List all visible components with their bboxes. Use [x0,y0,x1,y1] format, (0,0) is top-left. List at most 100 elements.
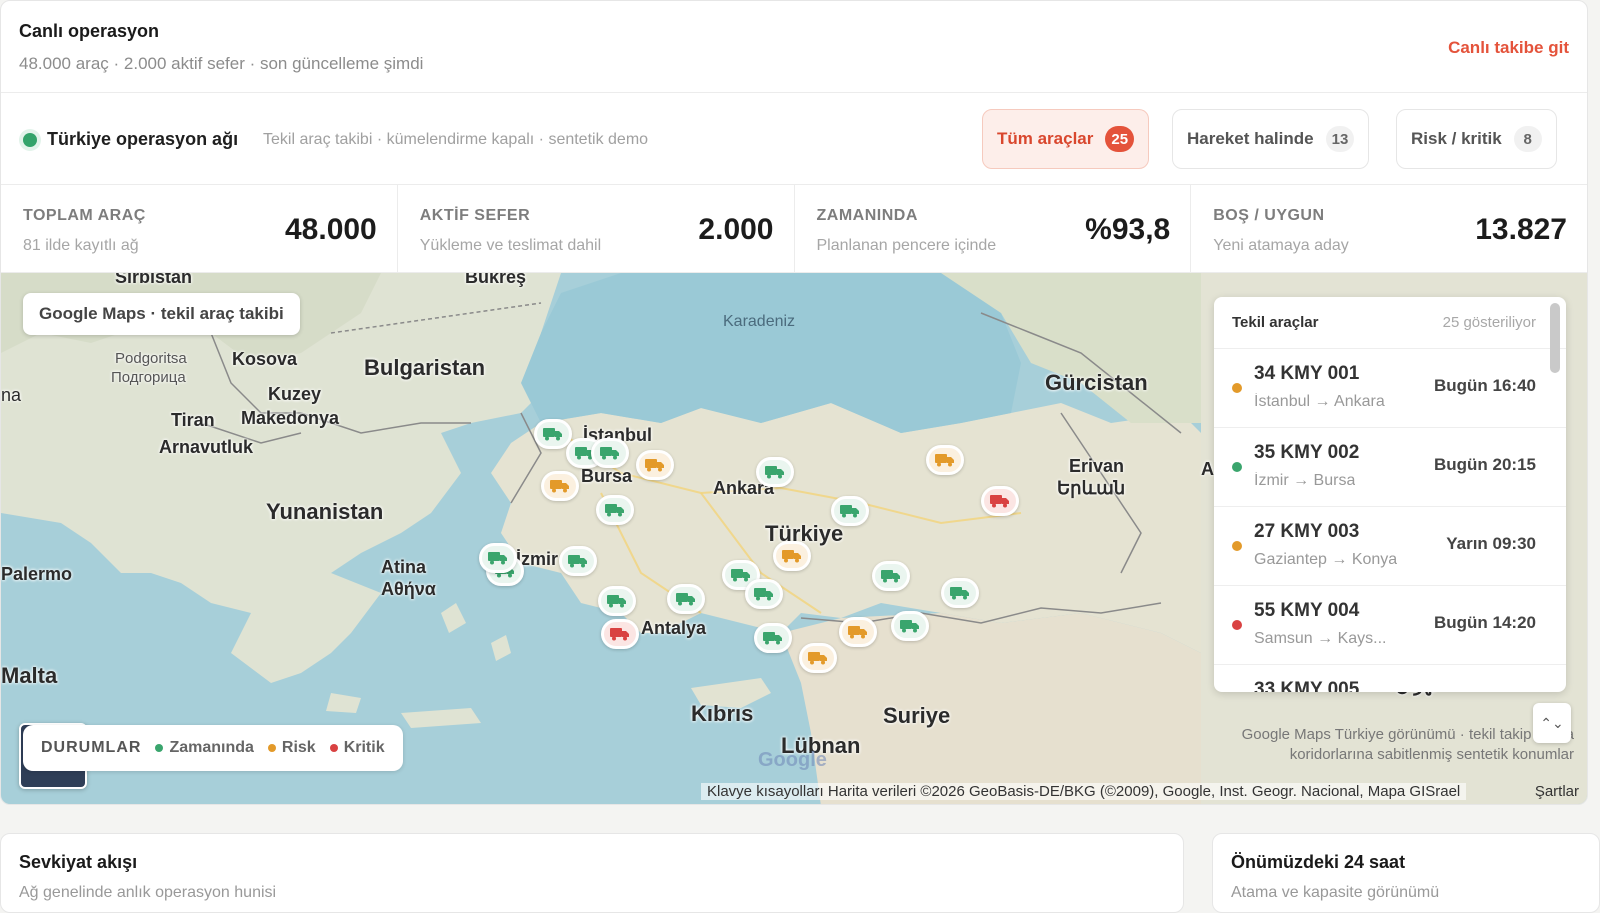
stat-label: ZAMANINDA [816,207,918,224]
vehicle-row[interactable]: 33 KMY 005 [1214,665,1566,692]
stat-value: 48.000 [284,213,377,246]
vehicle-route: İzmir → Bursa [1254,472,1356,489]
truck-marker[interactable] [981,486,1019,516]
risk-dot [267,744,276,752]
truck-marker[interactable] [591,438,629,468]
truck-marker[interactable] [891,611,929,641]
map-label-athens-1: Atina [381,557,426,577]
map-label-north-macedonia-2: Makedonya [241,408,340,428]
stats-row: TOPLAM ARAÇ 81 ilde kayıtlı ağ 48.000 AK… [1,185,1587,273]
truck-marker[interactable] [636,450,674,480]
vehicle-row[interactable]: 27 KMY 003 Gaziantep → Konya Yarın 09:30 [1214,507,1566,586]
vehicle-eta: Yarın 09:30 [1446,534,1536,553]
status-dot [1232,620,1242,630]
truck-marker[interactable] [799,643,837,673]
stat-value: 2.000 [698,213,774,246]
map-label-albania-1: Tiran [171,410,215,430]
filter-in-motion[interactable]: Hareket halinde 13 [1172,109,1370,169]
truck-icon [763,632,782,645]
map-label-greece: Yunanistan [266,499,384,524]
shipment-flow-subtitle: Ağ genelinde anlık operasyon hunisi [19,884,277,901]
stat-sub: 81 ilde kayıtlı ağ [23,237,139,254]
truck-icon [900,620,919,633]
truck-icon [568,555,587,568]
truck-icon [550,480,569,493]
next-24h-title: Önümüzdeki 24 saat [1231,852,1406,872]
truck-marker[interactable] [667,584,705,614]
truck-marker[interactable] [756,457,794,487]
legend-label: Risk [281,739,316,756]
truck-marker[interactable] [534,419,572,449]
map-label-yerevan-1: Erivan [1069,456,1125,476]
map-label-bulgaria: Bulgaristan [364,355,486,380]
truck-marker[interactable] [598,586,636,616]
stat-total-vehicles: TOPLAM ARAÇ 81 ilde kayıtlı ağ 48.000 [1,185,398,272]
vehicle-row[interactable]: 55 KMY 004 Samsun → Kays... Bugün 14:20 [1214,586,1566,665]
vehicle-list-panel: Tekil araçlar 25 gösteriliyor 34 KMY 001… [1214,297,1566,692]
legend-label: Zamanında [169,739,254,756]
truck-icon [840,505,859,518]
live-tracking-link[interactable]: Canlı takibe git [1448,38,1569,58]
map-label-malta: Malta [1,663,58,688]
truck-marker[interactable] [596,495,634,525]
google-maps-badge: Google Maps · tekil araç takibi [23,293,300,335]
truck-marker[interactable] [559,546,597,576]
vehicle-plate: 34 KMY 001 [1254,363,1360,384]
on-time-dot [155,744,164,752]
truck-marker[interactable] [541,471,579,501]
map-label-edge-na: na [1,385,22,405]
map-label-edge-a: A [1201,459,1214,479]
critical-dot [329,744,338,752]
stat-value: 13.827 [1475,213,1567,246]
truck-marker[interactable] [479,543,517,573]
truck-marker[interactable] [601,619,639,649]
map-label-north-macedonia-1: Kuzey [268,384,322,404]
next-24h-subtitle: Atama ve kapasite görünümü [1231,884,1440,901]
stat-sub: Planlanan pencere içinde [816,237,997,254]
vehicle-eta: Bugün 20:15 [1433,455,1536,474]
legend-critical: Kritik [329,739,385,757]
map-label-albania-2: Arnavutluk [159,437,254,457]
map-label-bucharest: Bükreş [465,273,527,287]
stat-sub: Yükleme ve teslimat dahil [419,237,602,254]
truck-marker[interactable] [926,445,964,475]
truck-icon [488,552,507,565]
truck-marker[interactable] [839,617,877,647]
stat-on-time: ZAMANINDA Planlanan pencere içinde %93,8 [795,185,1192,272]
filter-label: Risk / kritik [1411,129,1502,148]
map-label-podgorica-2: Подгорица [111,369,186,386]
map-label-bursa: Bursa [581,466,633,486]
stat-active-trips: AKTİF SEFER Yükleme ve teslimat dahil 2.… [398,185,795,272]
vehicle-row[interactable]: 35 KMY 002 İzmir → Bursa Bugün 20:15 [1214,428,1566,507]
map-label-antalya: Antalya [641,618,707,638]
truck-icon [543,428,562,441]
live-operations-card: Canlı operasyon 48.000 araç · 2.000 akti… [0,0,1588,805]
truck-marker[interactable] [872,561,910,591]
vehicle-list-scrollbar[interactable] [1550,303,1560,373]
filter-label: Hareket halinde [1187,129,1314,148]
truck-marker[interactable] [773,541,811,571]
shipment-flow-card: Sevkiyat akışı Ağ genelinde anlık operas… [0,833,1184,913]
truck-marker[interactable] [745,579,783,609]
network-status-dot [23,133,37,147]
vehicle-eta: Bugün 14:20 [1433,613,1536,632]
filter-risk-critical[interactable]: Risk / kritik 8 [1396,109,1557,169]
truck-marker[interactable] [941,578,979,608]
vehicle-list-count: 25 gösteriliyor [1442,314,1536,331]
map-attribution[interactable]: Klavye kısayolları Harita verileri ©2026… [701,783,1467,800]
vehicle-row[interactable]: 34 KMY 001 İstanbul → Ankara Bugün 16:40 [1214,349,1566,428]
map-label-podgorica-1: Podgoritsa [115,350,187,367]
next-24h-card: Önümüzdeki 24 saat Atama ve kapasite gör… [1212,833,1600,913]
truck-icon [990,495,1009,508]
status-dot [1232,541,1242,551]
truck-icon [808,652,827,665]
map-expand-control[interactable]: ⌃⌄ [1533,703,1571,743]
map-label-serbia: Sırbistan [115,273,193,287]
truck-icon [605,504,624,517]
truck-marker[interactable] [831,496,869,526]
map-terms-link[interactable]: Şartlar [1535,783,1579,800]
fleet-map[interactable]: Karadeniz Bulgaristan Kosova Kuzey Maked… [1,273,1587,804]
truck-marker[interactable] [754,623,792,653]
map-label-athens-2: Αθήνα [381,579,436,599]
filter-all-vehicles[interactable]: Tüm araçlar 25 [982,109,1150,169]
